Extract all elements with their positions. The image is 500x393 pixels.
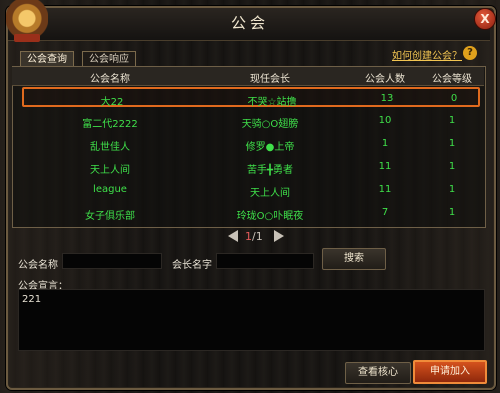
leader-cell: 不哭☆站撸: [247, 97, 297, 108]
level-cell: 1: [448, 115, 456, 126]
leader-cell: 修罗●上帝: [245, 142, 295, 153]
apply-join-button[interactable]: 申请加入: [413, 360, 487, 384]
column-header-leader: 现任会长: [250, 74, 290, 85]
column-header-level: 公会等级: [432, 74, 472, 85]
close-button[interactable]: X: [474, 8, 496, 30]
table-row[interactable]: 乱世佳人 修罗●上帝 1 1: [22, 134, 480, 154]
declaration-box: [18, 289, 485, 351]
leader-cell: 玲珑O○卟眠夜: [236, 211, 304, 222]
leader-cell: 天骑○O翅膀: [241, 119, 299, 130]
table-row[interactable]: 大22 不哭☆站撸 13 0: [22, 87, 480, 108]
next-page-icon[interactable]: [274, 230, 284, 242]
leader-name-input[interactable]: [216, 253, 314, 269]
leader-cell: 天上人间: [250, 188, 290, 199]
table-row[interactable]: 天上人间 苦手╋勇者 11 1: [22, 157, 480, 177]
guild-name-cell: 大22: [100, 97, 124, 108]
guild-name-cell: 天上人间: [90, 165, 130, 176]
tab-guild-search[interactable]: 公会查询: [20, 51, 74, 67]
how-to-create-guild-link[interactable]: 如何创建公会？: [392, 47, 462, 62]
current-page: 1: [245, 230, 252, 243]
search-button[interactable]: 搜索: [322, 248, 386, 270]
total-pages: /1: [252, 230, 263, 243]
declaration-text: 221: [22, 294, 42, 305]
window-title: 公会: [230, 14, 269, 32]
level-cell: 1: [448, 184, 456, 195]
table-row[interactable]: 女子俱乐部 玲珑O○卟眠夜 7 1: [22, 203, 480, 223]
level-cell: 1: [448, 207, 456, 218]
table-row[interactable]: league 天上人间 11 1: [22, 180, 480, 200]
guild-name-cell: league: [93, 184, 127, 195]
guild-name-input[interactable]: [62, 253, 162, 269]
column-header-guild-name: 公会名称: [90, 74, 130, 85]
guild-name-cell: 女子俱乐部: [85, 211, 135, 222]
guild-name-label: 公会名称: [18, 260, 58, 271]
level-cell: 1: [448, 161, 456, 172]
table-row[interactable]: 富二代2222 天骑○O翅膀 10 1: [22, 111, 480, 131]
guild-name-cell: 富二代2222: [82, 119, 138, 130]
tab-guild-response[interactable]: 公会响应: [82, 51, 136, 67]
leader-cell: 苦手╋勇者: [246, 165, 294, 176]
view-core-button[interactable]: 查看核心: [345, 362, 411, 384]
help-icon[interactable]: ?: [463, 46, 477, 60]
leader-name-label: 会长名字: [172, 260, 212, 271]
level-cell: 0: [450, 93, 458, 104]
prev-page-icon[interactable]: [228, 230, 238, 242]
level-cell: 1: [448, 138, 456, 149]
guild-name-cell: 乱世佳人: [90, 142, 130, 153]
page-indicator: 1/1: [245, 230, 263, 243]
